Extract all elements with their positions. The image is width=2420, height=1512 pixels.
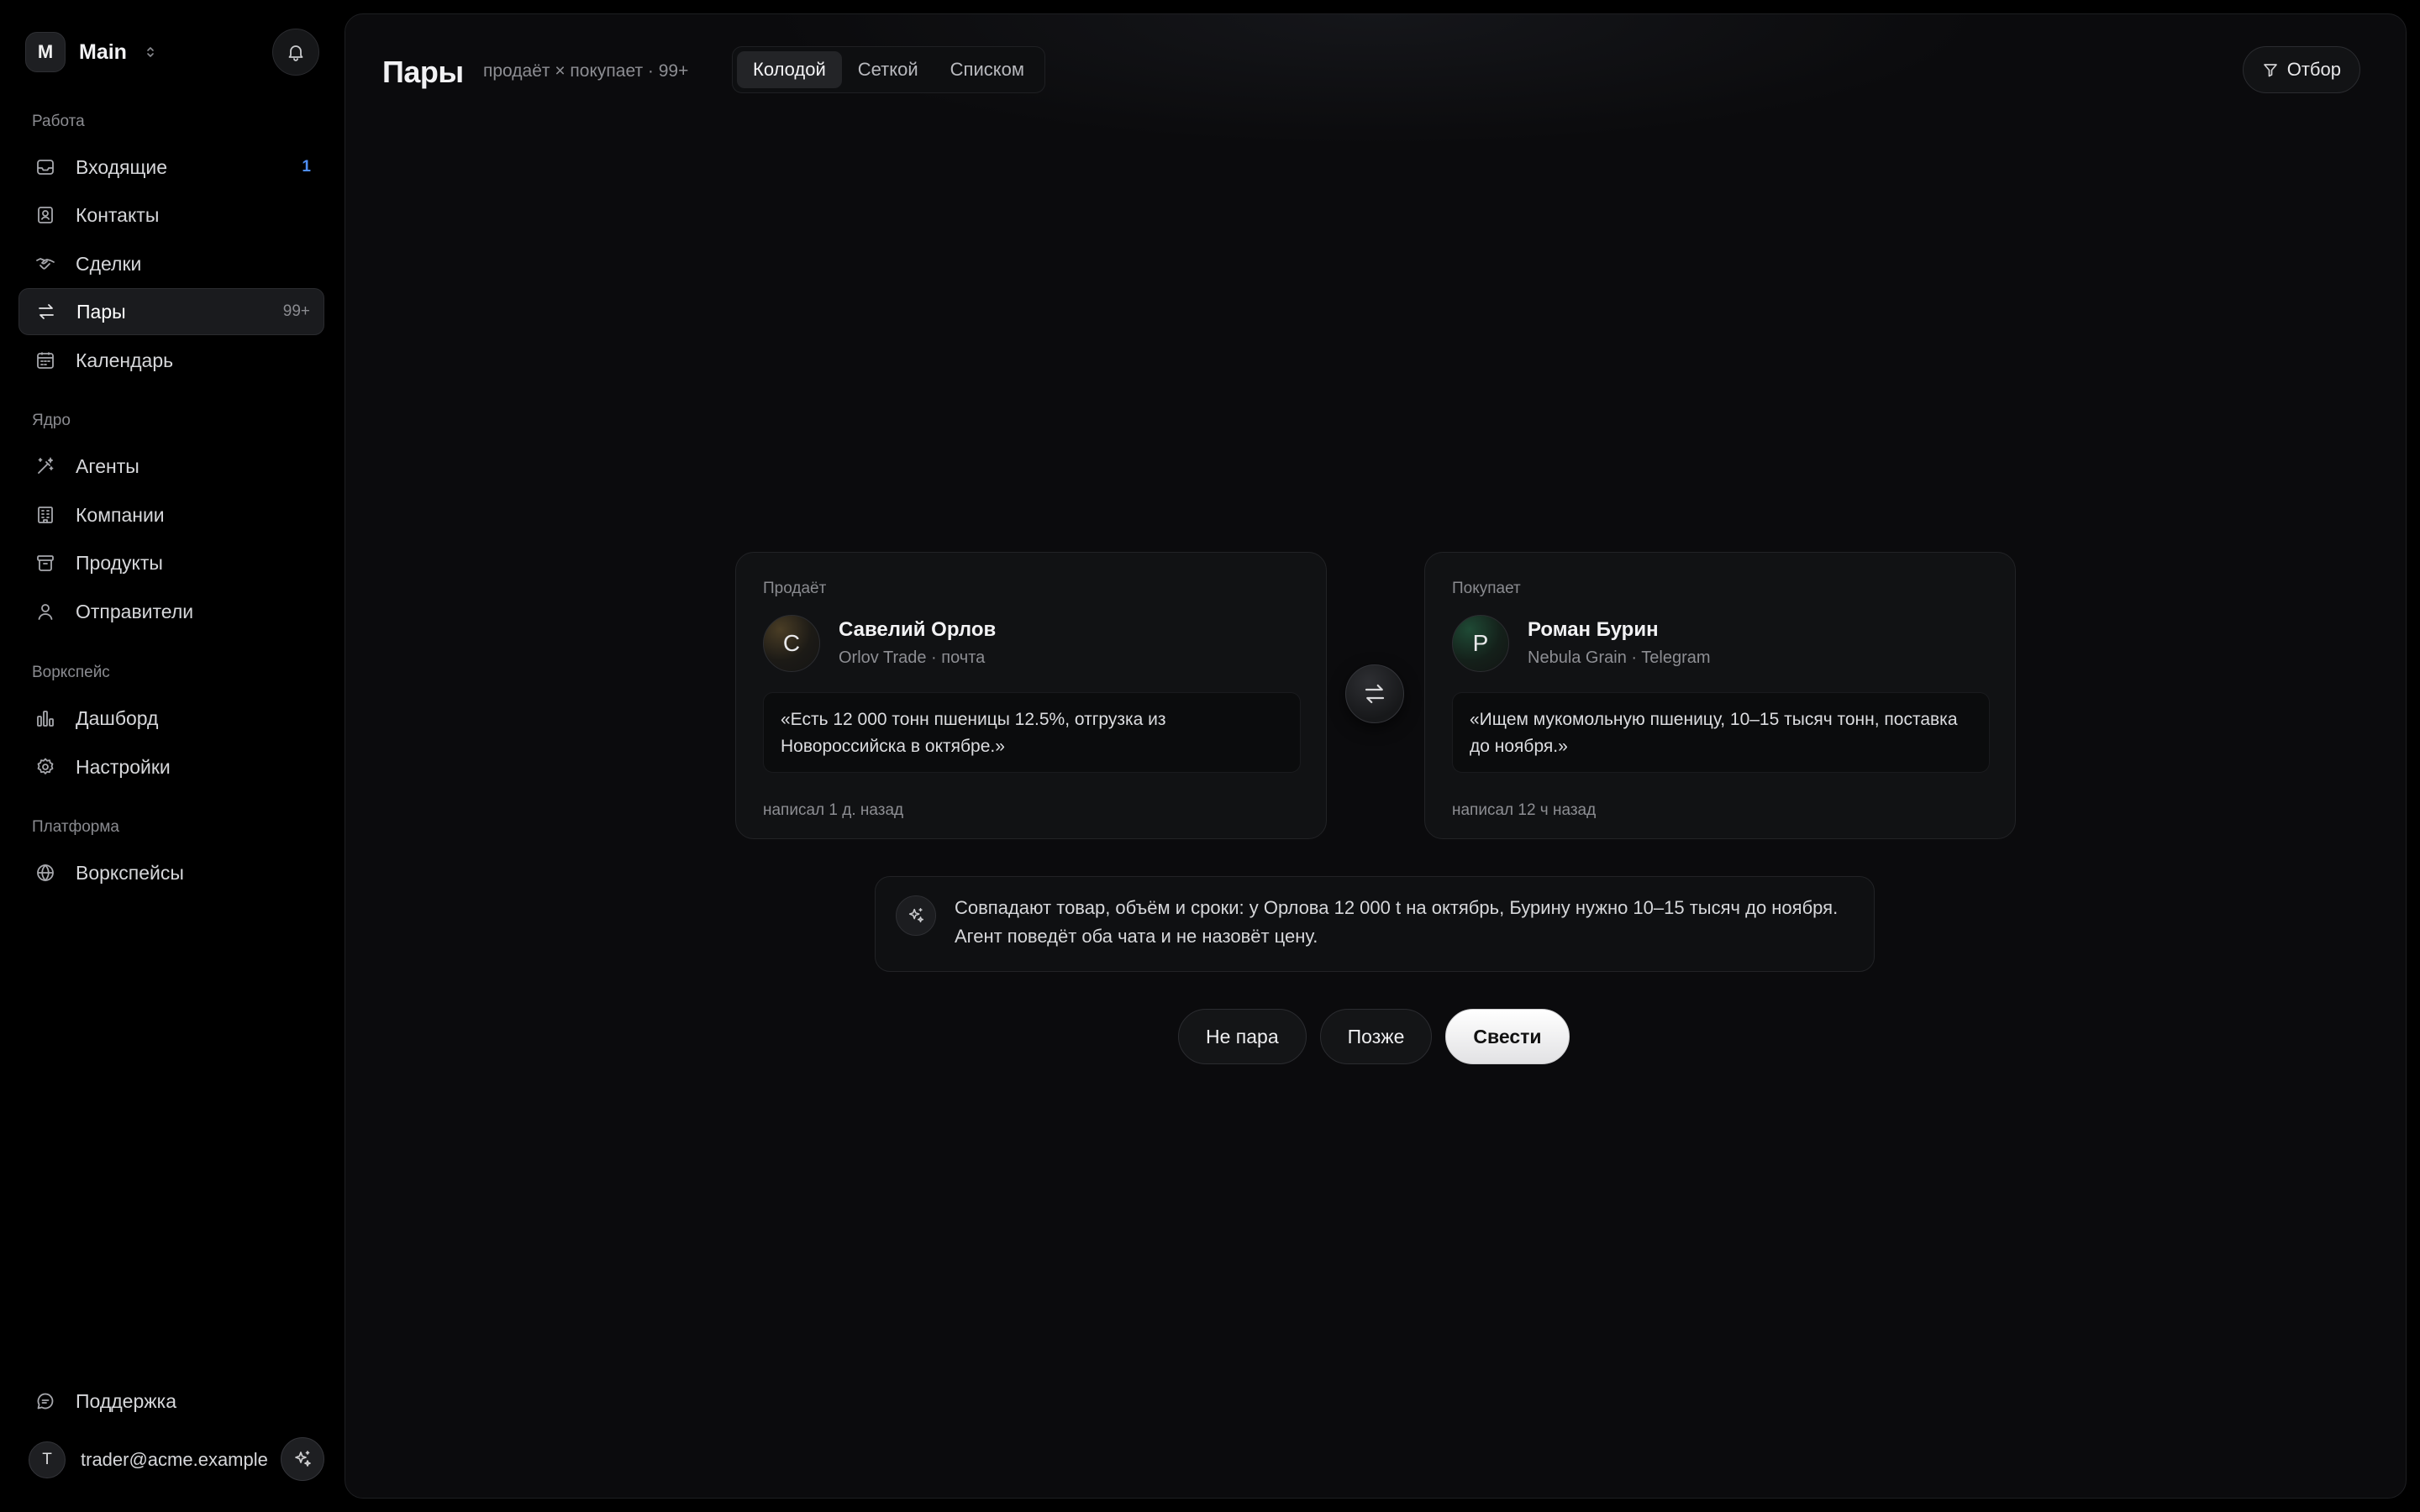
tab-list[interactable]: Списком xyxy=(934,51,1040,88)
handshake-icon xyxy=(36,258,55,270)
swap-icon xyxy=(39,304,54,319)
seller-name[interactable]: Савелий Орлов xyxy=(839,618,996,642)
user-icon xyxy=(38,604,53,620)
sidebar-item-label: Входящие xyxy=(76,155,168,178)
sidebar-item-senders[interactable]: Отправители xyxy=(18,588,324,635)
chat-bubble-icon xyxy=(37,1393,54,1410)
user-account[interactable]: T trader@acme.example xyxy=(29,1437,324,1481)
sidebar-item-deals[interactable]: Сделки xyxy=(18,240,324,287)
seller-card: Продаёт С Савелий Орлов Orlov Trade · по… xyxy=(735,552,1327,839)
sidebar-item-pairs[interactable]: Пары 99+ xyxy=(18,288,324,335)
sidebar-item-workspaces[interactable]: Воркспейсы xyxy=(18,849,324,896)
sidebar-item-agents[interactable]: Агенты xyxy=(18,443,324,490)
match-button[interactable]: Свести xyxy=(1445,1009,1570,1064)
page-title: Пары xyxy=(382,55,464,89)
seller-role-label: Продаёт xyxy=(763,580,827,597)
sidebar-item-calendar[interactable]: Календарь xyxy=(18,337,324,384)
sidebar-item-label: Сделки xyxy=(76,252,142,275)
workspace-name: Main xyxy=(79,39,127,64)
workspace-logo: M xyxy=(25,32,66,72)
main-panel: Пары продаёт × покупает · 99+ Колодой Се… xyxy=(345,13,2407,1499)
contacts-icon xyxy=(38,207,53,223)
buyer-meta: Nebula Grain · Telegram xyxy=(1528,648,1711,667)
seller-meta: Orlov Trade · почта xyxy=(839,648,986,667)
section-label-core: Ядро xyxy=(32,412,71,429)
avatar: Р xyxy=(1452,615,1509,672)
filter-label: Отбор xyxy=(2286,59,2341,80)
globe-icon xyxy=(37,864,54,882)
buyer-role-label: Покупает xyxy=(1452,580,1521,597)
pair-actions: Не пара Позже Свести xyxy=(1178,1009,1570,1064)
tab-deck[interactable]: Колодой xyxy=(737,51,842,88)
sidebar-item-label: Календарь xyxy=(76,349,174,371)
sparkles-icon xyxy=(896,895,936,936)
sidebar-item-label: Контакты xyxy=(76,203,160,226)
seller-timestamp: написал 1 д. назад xyxy=(763,801,904,819)
archive-icon xyxy=(37,555,54,571)
sidebar-item-label: Дашборд xyxy=(76,706,159,729)
sidebar-item-label: Агенты xyxy=(76,454,139,477)
calendar-icon xyxy=(37,352,54,369)
sidebar-item-label: Настройки xyxy=(76,755,171,778)
tab-grid[interactable]: Сеткой xyxy=(842,51,934,88)
pair-connector xyxy=(1345,664,1404,723)
match-reason: Совпадают товар, объём и сроки: у Орлова… xyxy=(875,876,1875,972)
unread-count-badge: 1 xyxy=(302,158,311,176)
sidebar-item-settings[interactable]: Настройки xyxy=(18,743,324,790)
workspace-header[interactable]: M Main xyxy=(25,29,319,76)
buyer-quote: «Ищем мукомольную пшеницу, 10–15 тысяч т… xyxy=(1452,692,1990,773)
filter-icon xyxy=(2263,64,2277,77)
buyer-card: Покупает Р Роман Бурин Nebula Grain · Te… xyxy=(1424,552,2016,839)
sidebar-item-label: Продукты xyxy=(76,551,163,574)
building-icon xyxy=(38,507,53,523)
section-label-workspace: Воркспейс xyxy=(32,664,110,681)
sidebar: M Main Работа Входящие 1 Контакты Сделки… xyxy=(0,0,343,1512)
sidebar-item-support[interactable]: Поддержка xyxy=(18,1378,324,1425)
sidebar-item-label: Поддержка xyxy=(76,1389,176,1412)
page-subtitle: продаёт × покупает · 99+ xyxy=(483,61,689,81)
sidebar-item-dashboard[interactable]: Дашборд xyxy=(18,695,324,742)
swap-icon xyxy=(1365,684,1385,704)
sidebar-item-label: Отправители xyxy=(76,600,194,622)
sparkles-icon xyxy=(295,1451,311,1467)
avatar: С xyxy=(763,615,820,672)
sidebar-item-label: Компании xyxy=(76,503,165,526)
sidebar-item-inbox[interactable]: Входящие 1 xyxy=(18,144,324,191)
bell-icon xyxy=(288,45,303,61)
user-email: trader@acme.example xyxy=(81,1449,268,1470)
sidebar-item-label: Пары xyxy=(76,300,126,323)
chevron-up-down-icon[interactable] xyxy=(144,45,157,59)
bar-chart-icon xyxy=(37,711,54,727)
sidebar-item-companies[interactable]: Компании xyxy=(18,491,324,538)
later-button[interactable]: Позже xyxy=(1319,1009,1433,1064)
wand-icon xyxy=(38,456,54,474)
view-mode-tabs: Колодой Сеткой Списком xyxy=(732,46,1045,93)
buyer-name[interactable]: Роман Бурин xyxy=(1528,618,1659,642)
sidebar-item-products[interactable]: Продукты xyxy=(18,539,324,586)
section-label-work: Работа xyxy=(32,113,85,130)
sidebar-item-contacts[interactable]: Контакты xyxy=(18,192,324,239)
avatar: T xyxy=(29,1441,66,1478)
assistant-button[interactable] xyxy=(281,1437,324,1481)
reject-button[interactable]: Не пара xyxy=(1178,1009,1307,1064)
filter-button[interactable]: Отбор xyxy=(2242,46,2360,93)
pairs-count-badge: 99+ xyxy=(282,302,310,320)
inbox-icon xyxy=(37,160,54,175)
gear-icon xyxy=(37,758,54,774)
notifications-button[interactable] xyxy=(272,29,319,76)
sidebar-item-label: Воркспейсы xyxy=(76,861,184,884)
buyer-timestamp: написал 12 ч назад xyxy=(1452,801,1597,819)
seller-quote: «Есть 12 000 тонн пшеницы 12.5%, отгрузк… xyxy=(763,692,1301,773)
section-label-platform: Платформа xyxy=(32,818,119,836)
match-reason-text: Совпадают товар, объём и сроки: у Орлова… xyxy=(955,897,1839,947)
